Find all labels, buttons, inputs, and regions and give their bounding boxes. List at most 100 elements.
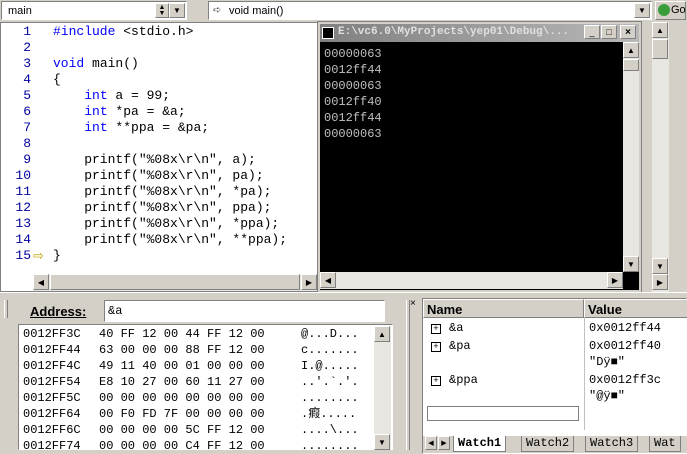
memory-row: 0012FF3C 40 FF 12 00 44 FF 12 00 @...D... xyxy=(19,326,374,342)
line-number: 3 xyxy=(23,56,31,71)
tab-watch2[interactable]: Watch2 xyxy=(521,436,575,452)
console-vscrollbar[interactable]: ▲ ▼ xyxy=(623,42,639,272)
scroll-up-icon[interactable]: ▲ xyxy=(623,42,639,58)
memory-address: 0012FF64 xyxy=(23,407,81,421)
line-number: 12 xyxy=(15,200,31,215)
memory-bytes: 49 11 40 00 01 00 00 00 xyxy=(99,359,265,373)
line-gutter: 1 2 3 4 5 6 7 8 9 10 11 12 13 14 15 xyxy=(1,23,31,275)
close-icon[interactable]: × xyxy=(410,298,416,309)
col-value-label: Value xyxy=(588,302,622,317)
watch-row[interactable]: + &pa 0x0012ff40 "Dÿ■" xyxy=(423,339,687,373)
expand-plus-icon[interactable]: + xyxy=(431,342,441,352)
tab-scroll-right-icon[interactable]: ▶ xyxy=(438,436,450,450)
watch-grip xyxy=(406,300,410,450)
scroll-up-icon[interactable]: ▲ xyxy=(652,22,668,38)
scroll-down-icon[interactable]: ▼ xyxy=(623,256,639,272)
memory-bytes: 00 00 00 00 C4 FF 12 00 xyxy=(99,439,265,450)
memory-ascii: ....\... xyxy=(301,423,359,437)
line-number: 6 xyxy=(23,104,31,119)
vertical-splitter[interactable]: × xyxy=(402,296,420,454)
scroll-thumb[interactable] xyxy=(652,39,668,59)
memory-bytes: 40 FF 12 00 44 FF 12 00 xyxy=(99,327,265,341)
line-number: 11 xyxy=(15,184,31,199)
code-line: printf("%08x\r\n", a); xyxy=(53,152,256,167)
line-number: 9 xyxy=(23,152,31,167)
code-line: printf("%08x\r\n", *ppa); xyxy=(53,216,280,231)
scroll-right-icon[interactable]: ▶ xyxy=(652,274,668,290)
console-hscrollbar[interactable]: ◀ ▶ xyxy=(320,272,623,289)
memory-row: 0012FF54 E8 10 27 00 60 11 27 00 ..'.`.'. xyxy=(19,374,374,390)
keyword: void xyxy=(53,56,85,71)
memory-grip[interactable] xyxy=(4,300,8,318)
close-icon[interactable]: × xyxy=(620,25,636,39)
memory-ascii: ........ xyxy=(301,439,359,450)
scroll-up-icon[interactable]: ▲ xyxy=(374,326,390,342)
memory-grid[interactable]: 0012FF3C 40 FF 12 00 44 FF 12 00 @...D... 0… xyxy=(18,324,393,450)
memory-ascii: .瘕..... xyxy=(301,407,357,421)
go-icon xyxy=(658,4,670,16)
watch-edit-row[interactable] xyxy=(427,406,579,421)
chevron-down-icon[interactable]: ▼ xyxy=(634,3,650,18)
scope-combo-value: main xyxy=(8,5,32,17)
scroll-left-icon[interactable]: ◀ xyxy=(33,274,49,290)
memory-address: 0012FF54 xyxy=(23,375,81,389)
chevron-down-icon[interactable]: ▼ xyxy=(169,3,185,18)
code-line: printf("%08x\r\n", pa); xyxy=(53,168,264,183)
tab-wat[interactable]: Wat xyxy=(649,436,681,452)
watch-tab-bar: ◀ ▶ Watch1 Watch2 Watch3 Wat xyxy=(423,436,687,453)
scroll-right-icon[interactable]: ▶ xyxy=(607,272,623,288)
line-number: 1 xyxy=(23,24,31,39)
minimize-icon[interactable]: _ xyxy=(584,25,600,39)
memory-ascii: c....... xyxy=(301,343,359,357)
editor-hscrollbar[interactable]: ◀ ▶ xyxy=(33,274,317,291)
scroll-down-icon[interactable]: ▼ xyxy=(652,258,668,274)
console-line: 00000063 xyxy=(324,47,382,61)
watch-pane: Name Value + &a 0x0012ff44 + &pa 0x0012ff40 "D… xyxy=(422,298,687,454)
code-line: } xyxy=(53,248,61,263)
scroll-thumb[interactable] xyxy=(623,59,639,71)
scroll-down-icon[interactable]: ▼ xyxy=(374,434,390,450)
tab-watch1[interactable]: Watch1 xyxy=(453,436,507,452)
line-number: 15 xyxy=(15,248,31,263)
function-combo[interactable]: ➪ void main() ▼ xyxy=(208,1,652,20)
line-number: 13 xyxy=(15,216,31,231)
memory-bytes: 63 00 00 00 88 FF 12 00 xyxy=(99,343,265,357)
watch-value: 0x0012ff3c xyxy=(589,373,662,387)
console-output: 00000063 0012ff44 00000063 0012ff40 0012ff44… xyxy=(320,44,622,274)
console-window: E:\vc6.0\MyProjects\yep01\Debug\... _ □ … xyxy=(317,21,642,293)
address-input[interactable]: &a xyxy=(104,300,385,322)
tab-scroll-left-icon[interactable]: ◀ xyxy=(425,436,437,450)
go-button[interactable]: Go xyxy=(655,1,686,20)
console-line: 0012ff40 xyxy=(324,95,382,109)
watch-header-value[interactable]: Value xyxy=(584,299,687,318)
scroll-thumb[interactable] xyxy=(50,274,300,290)
console-titlebar: E:\vc6.0\MyProjects\yep01\Debug\... _ □ … xyxy=(320,24,639,42)
keyword: int xyxy=(84,88,108,103)
console-app-icon xyxy=(322,27,334,39)
maximize-icon[interactable]: □ xyxy=(601,25,617,39)
watch-row[interactable]: + &a 0x0012ff44 xyxy=(423,321,687,339)
scope-spin-icon[interactable]: ▲ ▼ xyxy=(155,3,169,18)
code-line: { xyxy=(53,72,61,87)
memory-pane: Address: &a 0012FF3C 40 FF 12 00 44 FF 12… xyxy=(0,296,402,454)
expand-plus-icon[interactable]: + xyxy=(431,324,441,334)
expand-plus-icon[interactable]: + xyxy=(431,376,441,386)
scroll-left-icon[interactable]: ◀ xyxy=(320,272,336,288)
watch-value-string: "@ÿ■" xyxy=(589,389,626,403)
memory-address: 0012FF74 xyxy=(23,439,81,450)
memory-vscrollbar[interactable]: ▲ ▼ xyxy=(374,326,391,450)
watch-row[interactable]: + &ppa 0x0012ff3c "@ÿ■" xyxy=(423,373,687,407)
console-line: 0012ff44 xyxy=(324,111,382,125)
scope-combo[interactable]: main ▲ ▼ ▼ xyxy=(1,1,187,20)
address-value: &a xyxy=(108,304,123,318)
memory-row: 0012FF64 00 F0 FD 7F 00 00 00 00 .瘕..... xyxy=(19,406,374,422)
scroll-right-icon[interactable]: ▶ xyxy=(301,274,317,290)
editor-vscrollbar[interactable]: ▲ ▼ ▶ xyxy=(652,22,669,292)
console-title: E:\vc6.0\MyProjects\yep01\Debug\... xyxy=(338,26,570,38)
watch-header-name[interactable]: Name xyxy=(423,299,584,318)
tab-watch3[interactable]: Watch3 xyxy=(585,436,639,452)
memory-ascii: ..'.`.'. xyxy=(301,375,359,389)
watch-name: &pa xyxy=(449,339,471,353)
code-area[interactable]: #include <stdio.h> void main(){ int a = 9… xyxy=(53,23,319,275)
go-label: Go xyxy=(671,4,686,16)
